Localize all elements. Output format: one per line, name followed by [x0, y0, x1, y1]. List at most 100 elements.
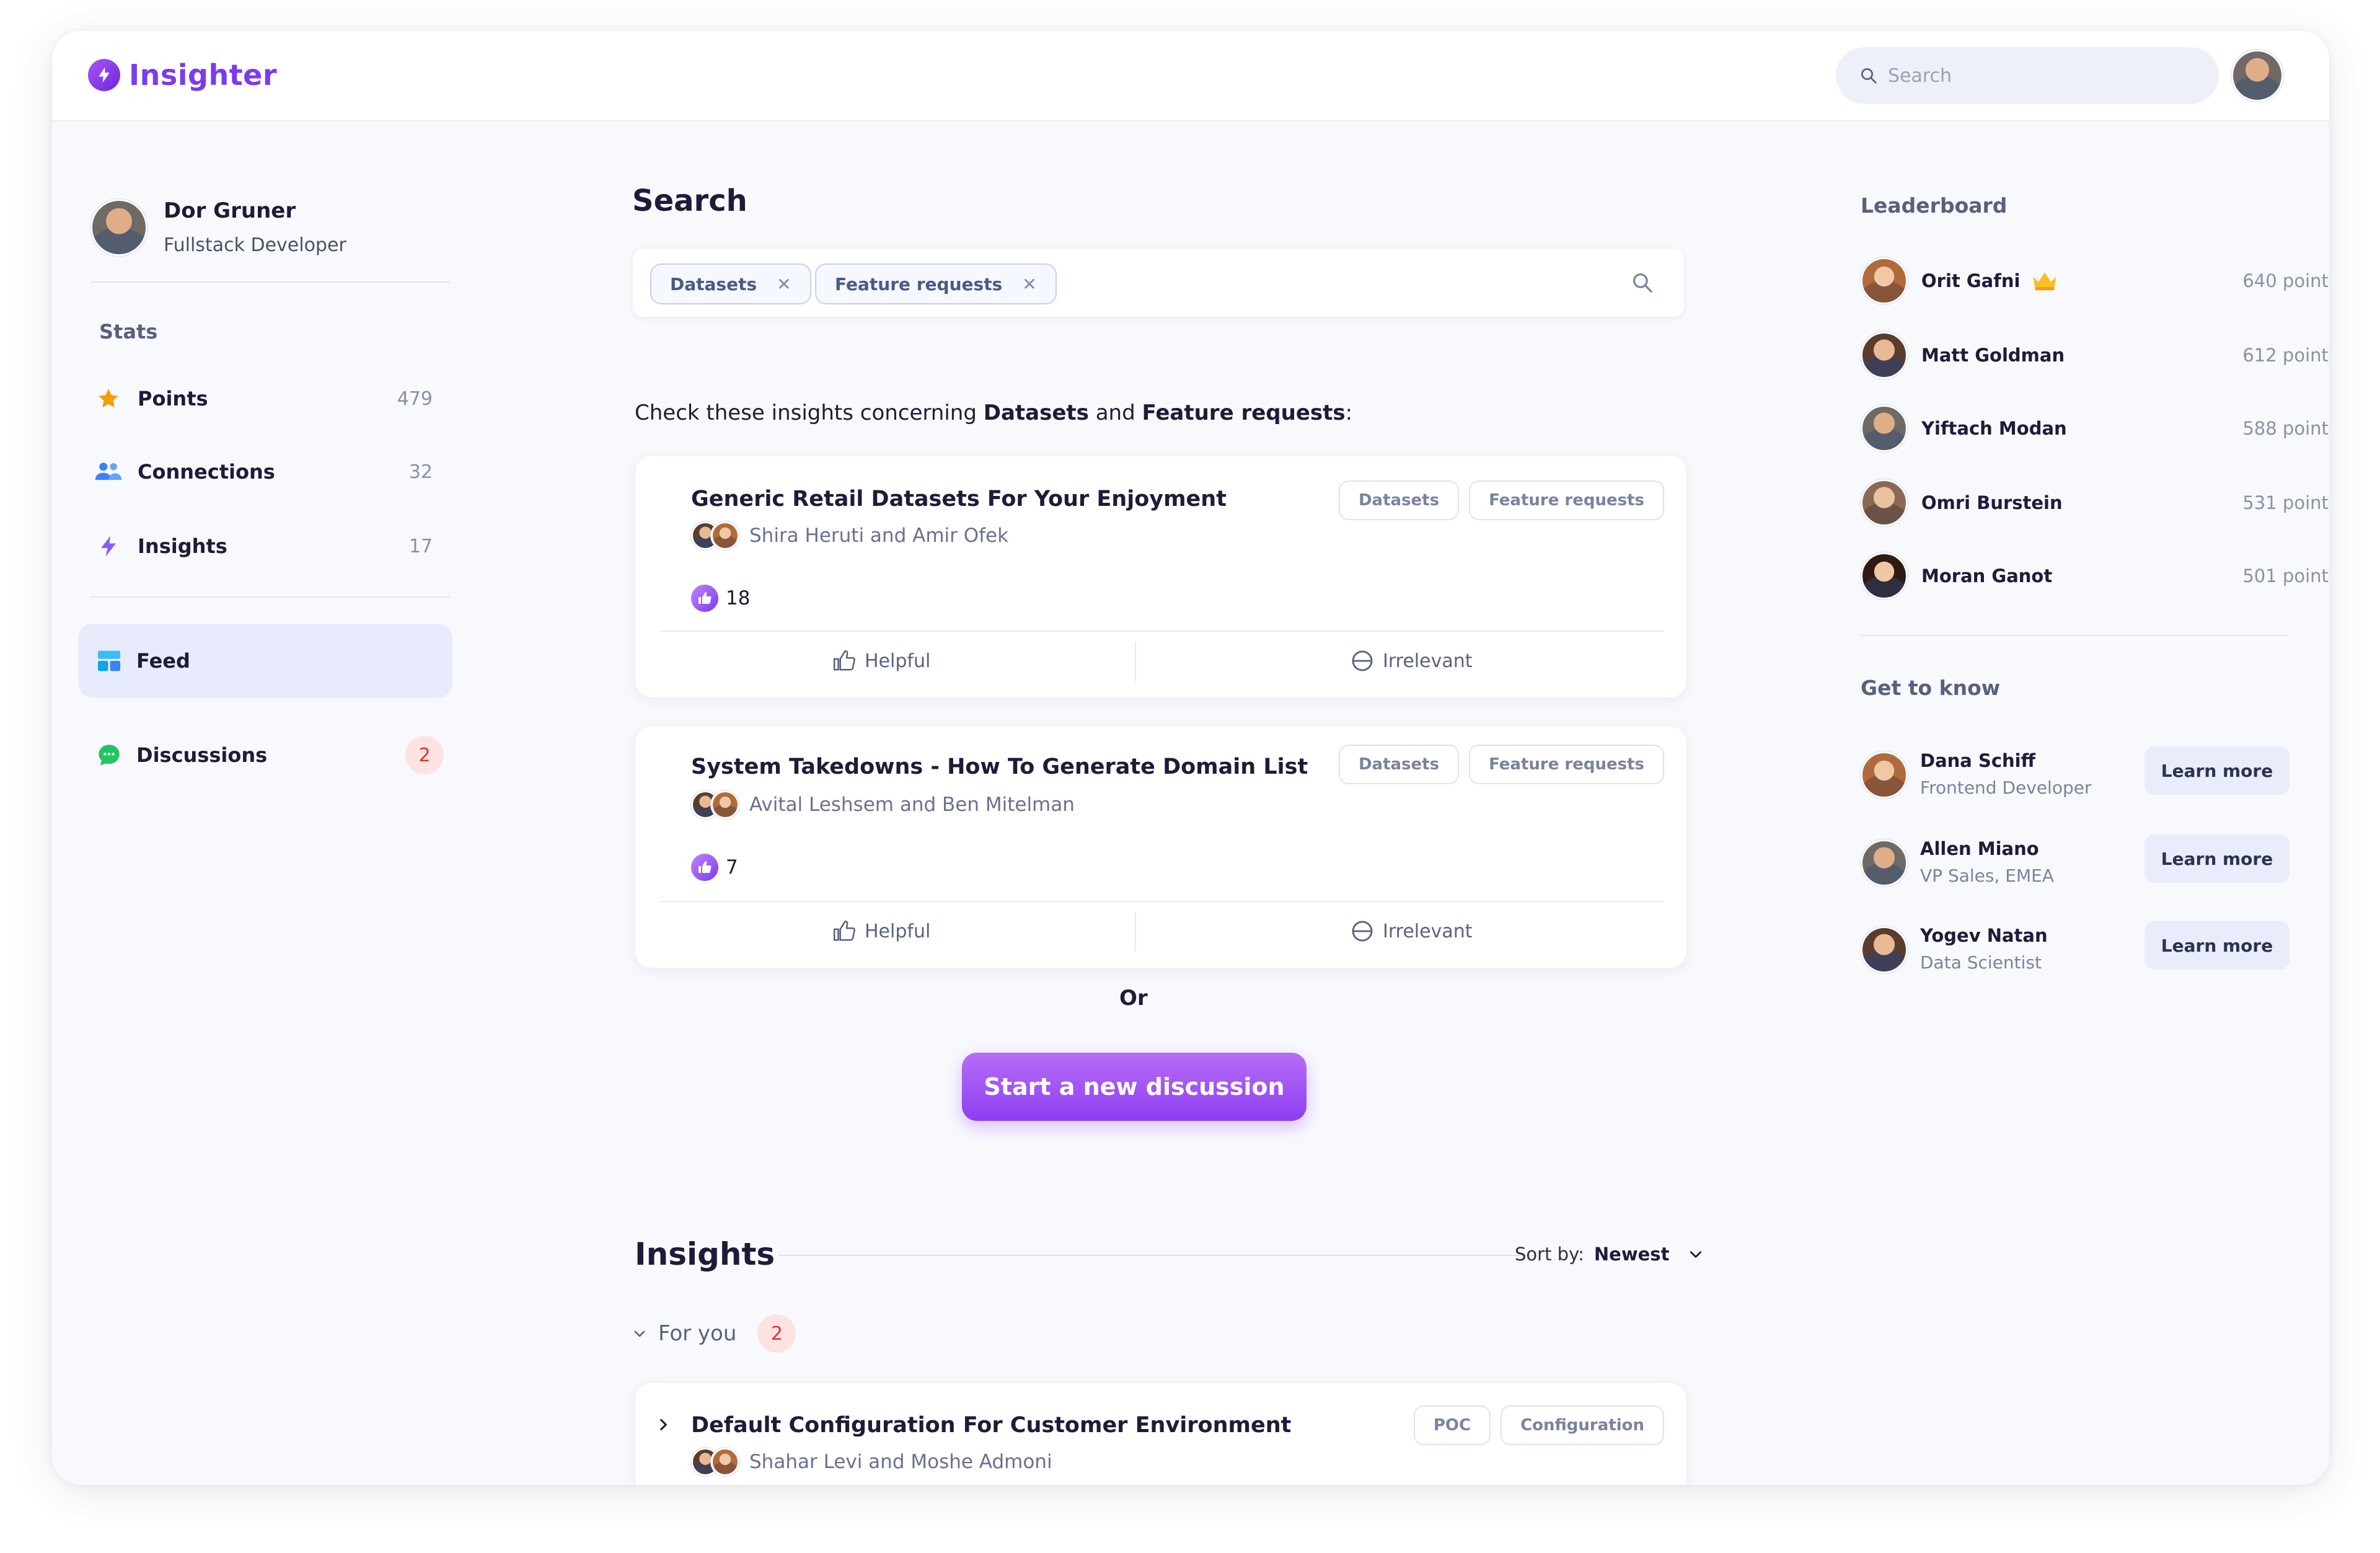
avatar — [1861, 751, 1908, 799]
like-count: 18 — [691, 585, 750, 612]
group-label: For you — [658, 1321, 737, 1346]
stat-connections[interactable]: Connections 32 — [93, 450, 433, 493]
for-you-group[interactable]: For you 2 — [632, 1314, 796, 1353]
action-label: Helpful — [865, 650, 931, 672]
avatar — [711, 521, 739, 550]
chip-label: Feature requests — [835, 273, 1003, 294]
tag[interactable]: Configuration — [1501, 1405, 1664, 1445]
irrelevant-button[interactable]: Irrelevant — [1351, 649, 1473, 673]
avatar — [1861, 405, 1908, 452]
result-card[interactable]: Generic Retail Datasets For Your Enjoyme… — [635, 455, 1687, 698]
nav-discussions[interactable]: Discussions 2 — [78, 718, 452, 792]
leaderboard-row[interactable]: Yiftach Modan 588 points — [1861, 400, 2329, 456]
card-title: Default Configuration For Customer Envir… — [691, 1413, 1292, 1438]
card-title: Generic Retail Datasets For Your Enjoyme… — [691, 487, 1227, 511]
get-to-know-title: Get to know — [1861, 676, 2001, 700]
leaderboard-row[interactable]: Omri Burstein 531 points — [1861, 475, 2329, 531]
stat-insights[interactable]: Insights 17 — [93, 524, 433, 568]
insights-divider — [778, 1255, 1535, 1256]
search-filter-box[interactable]: Datasets ✕ Feature requests ✕ — [632, 248, 1685, 317]
helpful-button[interactable]: Helpful — [832, 649, 930, 673]
app-window: Insighter Dor Gruner Fullstack Developer… — [52, 31, 2329, 1485]
leaderboard-row[interactable]: Matt Goldman 612 points — [1861, 327, 2329, 383]
avatar — [1861, 839, 1908, 887]
filter-chip-feature-requests[interactable]: Feature requests ✕ — [815, 263, 1057, 304]
leader-name: Moran Ganot — [1921, 565, 2053, 586]
card-tags: Datasets Feature requests — [1329, 480, 1664, 520]
tag[interactable]: Feature requests — [1469, 745, 1664, 784]
person-suggestion: Allen Miano VP Sales, EMEA Learn more — [1861, 834, 2329, 896]
top-search-input[interactable] — [1887, 64, 2184, 87]
learn-more-button[interactable]: Learn more — [2144, 746, 2290, 795]
stat-value: 479 — [397, 387, 433, 410]
person-name: Allen Miano — [1920, 838, 2039, 859]
crown-icon — [2033, 272, 2057, 291]
leader-name: Omri Burstein — [1921, 492, 2063, 513]
avatar — [1861, 926, 1908, 973]
profile-role: Fullstack Developer — [164, 234, 346, 256]
thumbs-up-icon — [691, 585, 718, 612]
feed-icon — [98, 650, 120, 671]
thumbs-up-icon — [691, 854, 718, 881]
stat-points[interactable]: Points 479 — [93, 377, 433, 420]
avatar — [1861, 257, 1908, 304]
card-vdivider — [1135, 912, 1136, 952]
irrelevant-button[interactable]: Irrelevant — [1351, 919, 1473, 943]
card-title: System Takedowns - How To Generate Domai… — [691, 754, 1308, 779]
person-name: Yogev Natan — [1920, 925, 2048, 946]
chat-icon — [99, 745, 120, 766]
learn-more-button[interactable]: Learn more — [2144, 834, 2290, 883]
tag[interactable]: Datasets — [1338, 745, 1460, 784]
top-search-box[interactable] — [1836, 47, 2219, 104]
profile-card[interactable]: Dor Gruner Fullstack Developer — [90, 198, 346, 256]
card-authors: Shira Heruti and Amir Ofek — [691, 521, 1008, 550]
leaderboard-row[interactable]: Moran Ganot 501 points — [1861, 548, 2329, 604]
close-icon[interactable]: ✕ — [777, 274, 791, 294]
sort-dropdown[interactable]: Sort by: Newest — [1515, 1244, 1704, 1265]
card-authors: Avital Leshsem and Ben Mitelman — [691, 790, 1075, 819]
person-role: VP Sales, EMEA — [1920, 865, 2054, 886]
avatar — [1861, 332, 1908, 379]
leader-name: Orit Gafni — [1921, 270, 2021, 291]
insight-card[interactable]: Default Configuration For Customer Envir… — [635, 1383, 1687, 1485]
learn-more-button[interactable]: Learn more — [2144, 921, 2290, 970]
leader-points: 640 points — [2242, 270, 2329, 291]
user-avatar[interactable] — [2231, 50, 2283, 102]
search-icon[interactable] — [1631, 271, 1654, 294]
tag[interactable]: Datasets — [1338, 480, 1460, 520]
group-count-badge: 2 — [757, 1314, 796, 1353]
star-icon — [93, 383, 124, 414]
person-role: Data Scientist — [1920, 952, 2042, 973]
nav-feed[interactable]: Feed — [78, 624, 452, 698]
start-discussion-button[interactable]: Start a new discussion — [962, 1053, 1307, 1121]
profile-avatar — [90, 198, 148, 256]
leaderboard-row[interactable]: Orit Gafni 640 points — [1861, 253, 2329, 309]
tag[interactable]: Feature requests — [1469, 480, 1664, 520]
or-separator: Or — [1119, 986, 1148, 1011]
block-icon — [1352, 921, 1373, 942]
helpful-button[interactable]: Helpful — [832, 919, 930, 943]
filter-chip-datasets[interactable]: Datasets ✕ — [650, 263, 811, 304]
tag[interactable]: POC — [1413, 1405, 1491, 1445]
avatar — [711, 1448, 739, 1476]
leader-points: 612 points — [2242, 345, 2329, 366]
person-role: Frontend Developer — [1920, 777, 2092, 798]
leader-points: 588 points — [2242, 418, 2329, 439]
chip-label: Datasets — [670, 273, 757, 294]
close-icon[interactable]: ✕ — [1022, 274, 1036, 294]
person-suggestion: Dana Schiff Frontend Developer Learn mor… — [1861, 746, 2329, 808]
results-intro: Check these insights concerning Datasets… — [635, 400, 1352, 425]
chevron-right-icon[interactable] — [655, 1417, 671, 1433]
result-card[interactable]: System Takedowns - How To Generate Domai… — [635, 725, 1687, 968]
right-divider — [1861, 635, 2288, 636]
sort-value: Newest — [1593, 1244, 1670, 1265]
people-icon — [93, 456, 124, 487]
sidebar-divider — [90, 281, 450, 283]
logo[interactable]: Insighter — [88, 58, 277, 92]
search-title: Search — [632, 184, 747, 218]
card-tags: Datasets Feature requests — [1329, 745, 1664, 784]
avatar — [711, 790, 739, 819]
avatar — [2231, 50, 2283, 102]
stat-label: Insights — [138, 534, 227, 558]
nav-label: Discussions — [136, 743, 268, 767]
